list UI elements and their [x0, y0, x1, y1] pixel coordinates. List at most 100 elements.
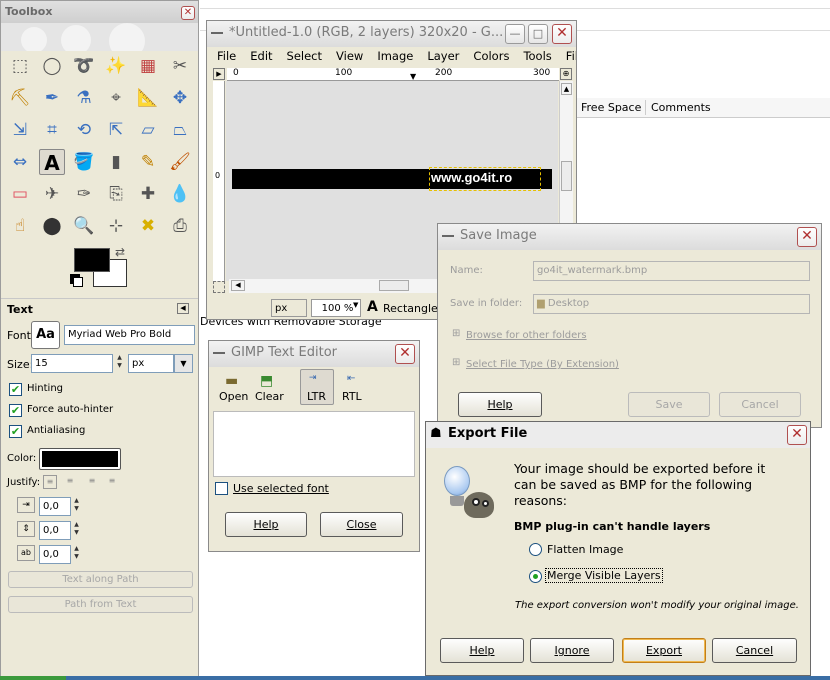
blend-icon[interactable]: ▮ — [103, 149, 129, 175]
use-selected-font-checkbox[interactable] — [215, 482, 228, 495]
ruler-corner[interactable]: ▶ — [213, 68, 225, 80]
menu-tools[interactable]: Tools — [523, 49, 551, 63]
dodge-burn-icon[interactable]: 💧 — [167, 181, 193, 207]
size-spinner[interactable]: ▲ ▼ — [115, 354, 124, 373]
navigate-icon[interactable]: ⊕ — [560, 68, 572, 80]
ignore-button[interactable]: Ignore — [530, 638, 614, 663]
shear-icon[interactable]: ▱ — [135, 117, 161, 143]
stamp-icon[interactable]: ⎙ — [167, 213, 193, 239]
paths-icon[interactable]: ✒ — [39, 85, 65, 111]
pencil-icon[interactable]: ✎ — [135, 149, 161, 175]
text-along-path-button[interactable]: Text along Path — [8, 571, 193, 588]
toolbox-close-button[interactable]: ✕ — [181, 6, 195, 20]
path-from-text-button[interactable]: Path from Text — [8, 596, 193, 613]
export-dialog-close-icon[interactable]: ✕ — [787, 425, 807, 445]
toolbox-titlebar[interactable]: Toolbox ✕ — [1, 1, 198, 23]
antialiasing-checkbox[interactable]: ✔ — [9, 425, 22, 438]
export-button[interactable]: Export — [622, 638, 706, 663]
flatten-radio[interactable] — [529, 543, 542, 556]
flip-icon[interactable]: ⇔ — [7, 149, 33, 175]
rtl-icon[interactable]: ⇤ — [347, 373, 355, 384]
size-unit-dropdown-icon[interactable]: ▼ — [174, 354, 193, 373]
default-colors-icon[interactable] — [73, 277, 83, 287]
text-edit-area[interactable] — [213, 411, 415, 477]
save-dialog-titlebar[interactable]: Save Image — [438, 224, 821, 250]
text-editor-close-icon[interactable]: ✕ — [395, 344, 415, 364]
font-preview-button[interactable]: Aa — [31, 321, 60, 349]
minimize-button[interactable]: — — [505, 24, 525, 44]
size-unit-select[interactable]: px — [128, 354, 174, 373]
zoom-dropdown-icon[interactable]: ▼ — [353, 301, 358, 309]
letter-spacing-entry[interactable]: 0,0 — [39, 545, 71, 564]
indent-entry[interactable]: 0,0 — [39, 497, 71, 516]
scale-icon[interactable]: ⇱ — [103, 117, 129, 143]
rotate-icon[interactable]: ⟲ — [71, 117, 97, 143]
zoom-tool-icon[interactable]: ⌖ — [103, 85, 129, 111]
align-icon[interactable]: ⇲ — [7, 117, 33, 143]
select-by-color-icon[interactable]: ▦ — [135, 53, 161, 79]
save-button[interactable]: Save — [628, 392, 710, 417]
color-balance-icon[interactable]: ✖ — [135, 213, 161, 239]
merge-radio[interactable] — [529, 570, 542, 583]
line-spacing-spinner[interactable]: ▲ ▼ — [72, 521, 81, 540]
open-button[interactable]: Open — [219, 390, 248, 403]
free-select-icon[interactable]: ➰ — [71, 53, 97, 79]
name-entry[interactable]: go4it_watermark.bmp — [533, 261, 810, 281]
image-canvas[interactable]: www.go4it.ro — [232, 167, 552, 191]
color-picker-icon[interactable]: ⚗ — [71, 85, 97, 111]
line-spacing-entry[interactable]: 0,0 — [39, 521, 71, 540]
save-dialog-cancel-button[interactable]: Cancel — [719, 392, 801, 417]
magnify-icon[interactable]: 🔍 — [71, 213, 97, 239]
justify-right-icon[interactable]: ≡ — [63, 475, 77, 489]
scissors-select-icon[interactable]: ✂ — [167, 53, 193, 79]
save-dialog-help-button[interactable]: Help — [458, 392, 542, 417]
start-button-edge[interactable] — [0, 676, 66, 680]
save-folder-select[interactable]: ▆ Desktop — [533, 294, 810, 314]
text-editor-titlebar[interactable]: GIMP Text Editor — [209, 341, 419, 367]
ltr-toggle[interactable]: ⇥ LTR — [300, 369, 334, 405]
bucket-fill-icon[interactable]: 🪣 — [71, 149, 97, 175]
image-window-close-button[interactable]: ✕ — [552, 24, 572, 44]
paintbrush-icon[interactable]: 🖌 — [167, 149, 193, 175]
measure-icon[interactable]: 📐 — [135, 85, 161, 111]
text-color-button[interactable] — [39, 448, 121, 470]
menu-colors[interactable]: Colors — [473, 49, 509, 63]
justify-fill-icon[interactable]: ≡ — [105, 475, 119, 489]
clone-icon[interactable]: ⎘ — [103, 181, 129, 207]
rtl-button[interactable]: RTL — [342, 390, 362, 403]
quick-mask-icon[interactable] — [213, 281, 225, 293]
clear-icon[interactable]: ⬒ — [260, 373, 273, 389]
move-icon[interactable]: ✥ — [167, 85, 193, 111]
browse-expander-icon[interactable]: ⊞ — [452, 328, 460, 339]
text-editor-help-button[interactable]: Help — [225, 512, 307, 537]
maximize-button[interactable]: □ — [528, 24, 548, 44]
file-type-expander-icon[interactable]: ⊞ — [452, 357, 460, 368]
heal-icon[interactable]: ✚ — [135, 181, 161, 207]
text-tool-icon[interactable]: A — [39, 149, 65, 175]
smudge-icon[interactable]: ☝ — [7, 213, 33, 239]
menu-edit[interactable]: Edit — [250, 49, 272, 63]
airbrush-icon[interactable]: ✈ — [39, 181, 65, 207]
menu-select[interactable]: Select — [287, 49, 322, 63]
browse-folders-expander[interactable]: Browse for other folders — [466, 330, 587, 341]
transform-handles-icon[interactable]: ⊹ — [103, 213, 129, 239]
clear-button[interactable]: Clear — [255, 390, 284, 403]
indent-spinner[interactable]: ▲ ▼ — [72, 497, 81, 516]
menu-file[interactable]: File — [217, 49, 236, 63]
ellipse-select-icon[interactable]: ◯ — [39, 53, 65, 79]
perspective-icon[interactable]: ⏢ — [167, 117, 193, 143]
column-free-space[interactable]: Free Space — [581, 101, 641, 114]
save-dialog-close-icon[interactable]: ✕ — [797, 227, 817, 247]
menu-filters[interactable]: Filters — [566, 49, 576, 63]
tool-options-menu-icon[interactable]: ◀ — [177, 303, 189, 314]
eraser-icon[interactable]: ▭ — [7, 181, 33, 207]
font-entry[interactable]: Myriad Web Pro Bold — [64, 325, 195, 345]
rect-select-icon[interactable]: ⬚ — [7, 53, 33, 79]
menu-view[interactable]: View — [336, 49, 363, 63]
column-comments[interactable]: Comments — [651, 101, 711, 114]
export-dialog-help-button[interactable]: Help — [440, 638, 524, 663]
unit-select[interactable]: px — [271, 299, 307, 317]
force-autohinter-checkbox[interactable]: ✔ — [9, 404, 22, 417]
foreground-select-icon[interactable]: ⛏ — [7, 85, 33, 111]
ink-icon[interactable]: ✑ — [71, 181, 97, 207]
